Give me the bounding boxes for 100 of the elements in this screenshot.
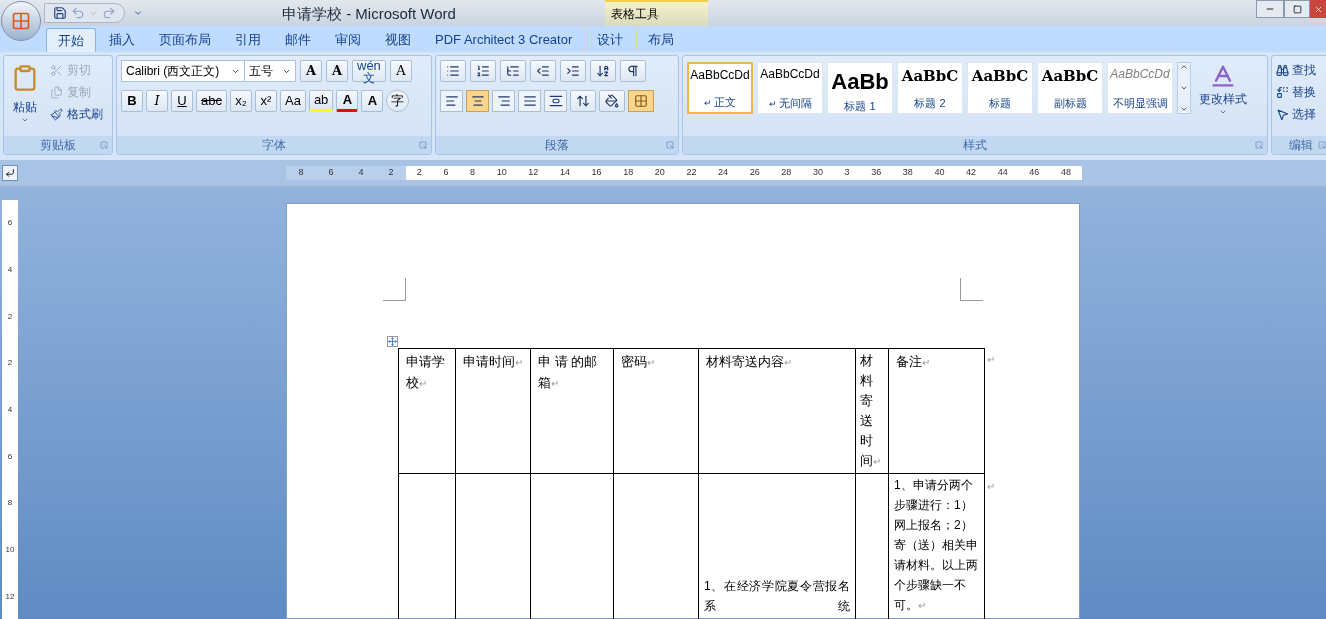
table-header-cell: 材料寄送内容↵ — [698, 348, 856, 474]
multilevel-list-button[interactable] — [500, 60, 526, 82]
editing-button[interactable]: 替换 — [1276, 82, 1326, 102]
character-border-button[interactable]: A — [389, 60, 412, 82]
vertical-ruler[interactable]: 6 4 2 2 4 6 8 10 12 — [2, 200, 18, 619]
format-button[interactable]: x₂ — [229, 90, 252, 112]
table-move-handle-icon[interactable] — [387, 336, 398, 347]
window-title: 申请学校 - Microsoft Word — [282, 4, 456, 24]
style-item[interactable]: AaBbC 副标题 — [1037, 62, 1103, 114]
close-button[interactable] — [1310, 0, 1326, 18]
ribbon-tab[interactable]: 插入 — [98, 28, 146, 52]
phonetic-guide-button[interactable]: wén 文 — [352, 60, 386, 82]
ribbon-tab[interactable]: 页面布局 — [148, 28, 222, 52]
editing-button[interactable]: 查找 — [1276, 60, 1326, 80]
align-button[interactable] — [466, 90, 489, 112]
horizontal-ruler[interactable]: 8 6 4 2 2 6 8 10 12 14 16 18 20 22 24 26 28 30 3 36 38 40 42 44 46 48 — [286, 166, 1082, 180]
grow-font-button[interactable]: A — [300, 60, 322, 82]
line-spacing-button[interactable] — [570, 90, 596, 112]
change-styles-button[interactable]: 更改样式 — [1195, 62, 1251, 116]
sort-icon — [596, 64, 610, 78]
style-item[interactable]: AaBbCcDd ↵ 正文 — [687, 62, 753, 114]
shading-button[interactable] — [599, 90, 625, 112]
office-logo-icon — [11, 11, 31, 31]
format-button[interactable]: abc — [196, 90, 227, 112]
ribbon-tab[interactable]: 引用 — [224, 28, 272, 52]
ribbon-tab[interactable]: 视图 — [374, 28, 422, 52]
caret-icon[interactable] — [1219, 108, 1227, 116]
decrease-indent-button[interactable] — [530, 60, 556, 82]
paragraph-mark: ↵ — [419, 378, 427, 389]
save-icon[interactable] — [53, 6, 67, 20]
customize-toolbar-icon[interactable] — [133, 8, 143, 18]
align-button[interactable] — [440, 90, 463, 112]
ribbon-tab[interactable]: 开始 — [46, 28, 96, 52]
ribbon-tab[interactable]: 审阅 — [324, 28, 372, 52]
group-label: 样式 — [963, 137, 987, 154]
close-icon — [1313, 4, 1323, 14]
paragraph-mark: ↵ — [918, 600, 926, 611]
font-color-button[interactable]: A — [336, 90, 359, 112]
scroll-down-icon[interactable] — [1180, 84, 1188, 92]
pilcrow-icon — [626, 64, 640, 78]
format-button[interactable]: U — [171, 90, 193, 112]
bullets-button[interactable] — [440, 60, 466, 82]
paragraph-mark: ↵ — [987, 480, 995, 492]
show-marks-button[interactable] — [620, 60, 646, 82]
paste-button[interactable]: 粘贴 — [8, 60, 42, 134]
table-header-cell: 备注↵ — [888, 348, 985, 474]
more-icon[interactable] — [1180, 105, 1188, 113]
group-label: 编辑 — [1289, 137, 1313, 154]
style-item[interactable]: AaBbCcDd 不明显强调 — [1107, 62, 1173, 114]
group-label: 字体 — [262, 137, 286, 154]
multilevel-list-icon — [506, 64, 520, 78]
format-button[interactable]: I — [146, 90, 168, 112]
contextual-tab-header: 表格工具 — [605, 0, 708, 26]
format-button[interactable]: B — [121, 90, 143, 112]
style-item[interactable]: AaBbC 标题 — [967, 62, 1033, 114]
paragraph-mark: ↵ — [515, 357, 523, 368]
format-button[interactable]: x² — [254, 90, 277, 112]
align-button[interactable] — [544, 90, 567, 112]
ribbon-tab[interactable]: PDF Architect 3 Creator — [424, 28, 584, 52]
ribbon-tab[interactable]: 邮件 — [274, 28, 322, 52]
editing-button[interactable]: 选择 — [1276, 104, 1326, 124]
scroll-up-icon[interactable] — [1180, 63, 1188, 71]
table-header-cell: 申请学校↵ — [398, 348, 456, 474]
table-header-cell: 密码↵ — [613, 348, 699, 474]
align-button[interactable] — [492, 90, 515, 112]
highlight-button[interactable]: ab — [308, 90, 334, 112]
table-header-cell: 材料寄送时间↵ — [855, 348, 889, 474]
minimize-button[interactable] — [1256, 0, 1284, 18]
style-item[interactable]: AaBbC 标题 2 — [897, 62, 963, 114]
style-item[interactable]: AaBb 标题 1 — [827, 62, 893, 114]
numbered-list-icon — [476, 64, 490, 78]
paragraph-mark: ↵ — [873, 456, 881, 467]
numbering-button[interactable] — [470, 60, 496, 82]
outdent-icon — [536, 64, 550, 78]
paragraph-mark: ↵ — [922, 357, 930, 368]
office-button[interactable] — [1, 1, 41, 41]
character-shading-button[interactable]: A — [361, 90, 384, 112]
font-size-field[interactable]: 五号 — [244, 60, 296, 82]
align-right-icon — [496, 94, 511, 108]
paragraph-mark: ↵ — [551, 378, 559, 389]
style-item[interactable]: AaBbCcDd ↵ 无间隔 — [757, 62, 823, 114]
group-label: 剪贴板 — [40, 137, 76, 154]
tab-selector[interactable] — [2, 165, 18, 181]
enclose-character-button[interactable]: 字 — [386, 90, 410, 112]
restore-icon — [1292, 4, 1302, 14]
font-name-field[interactable]: Calibri (西文正文) — [121, 60, 245, 82]
margin-corner-mark — [383, 278, 406, 301]
increase-indent-button[interactable] — [560, 60, 586, 82]
restore-button[interactable] — [1284, 0, 1310, 18]
indent-icon — [566, 64, 580, 78]
clipboard-item[interactable]: 格式刷 — [50, 104, 103, 124]
sort-button[interactable] — [590, 60, 616, 82]
caret-icon[interactable] — [21, 116, 29, 124]
align-button[interactable] — [518, 90, 541, 112]
distribute-icon — [548, 94, 563, 108]
format-button[interactable]: Aa — [279, 90, 306, 112]
gallery-scrollbar[interactable] — [1177, 62, 1191, 114]
bullet-list-icon — [446, 64, 460, 78]
shrink-font-button[interactable]: A — [326, 60, 348, 82]
paragraph-mark: ↵ — [987, 353, 995, 365]
